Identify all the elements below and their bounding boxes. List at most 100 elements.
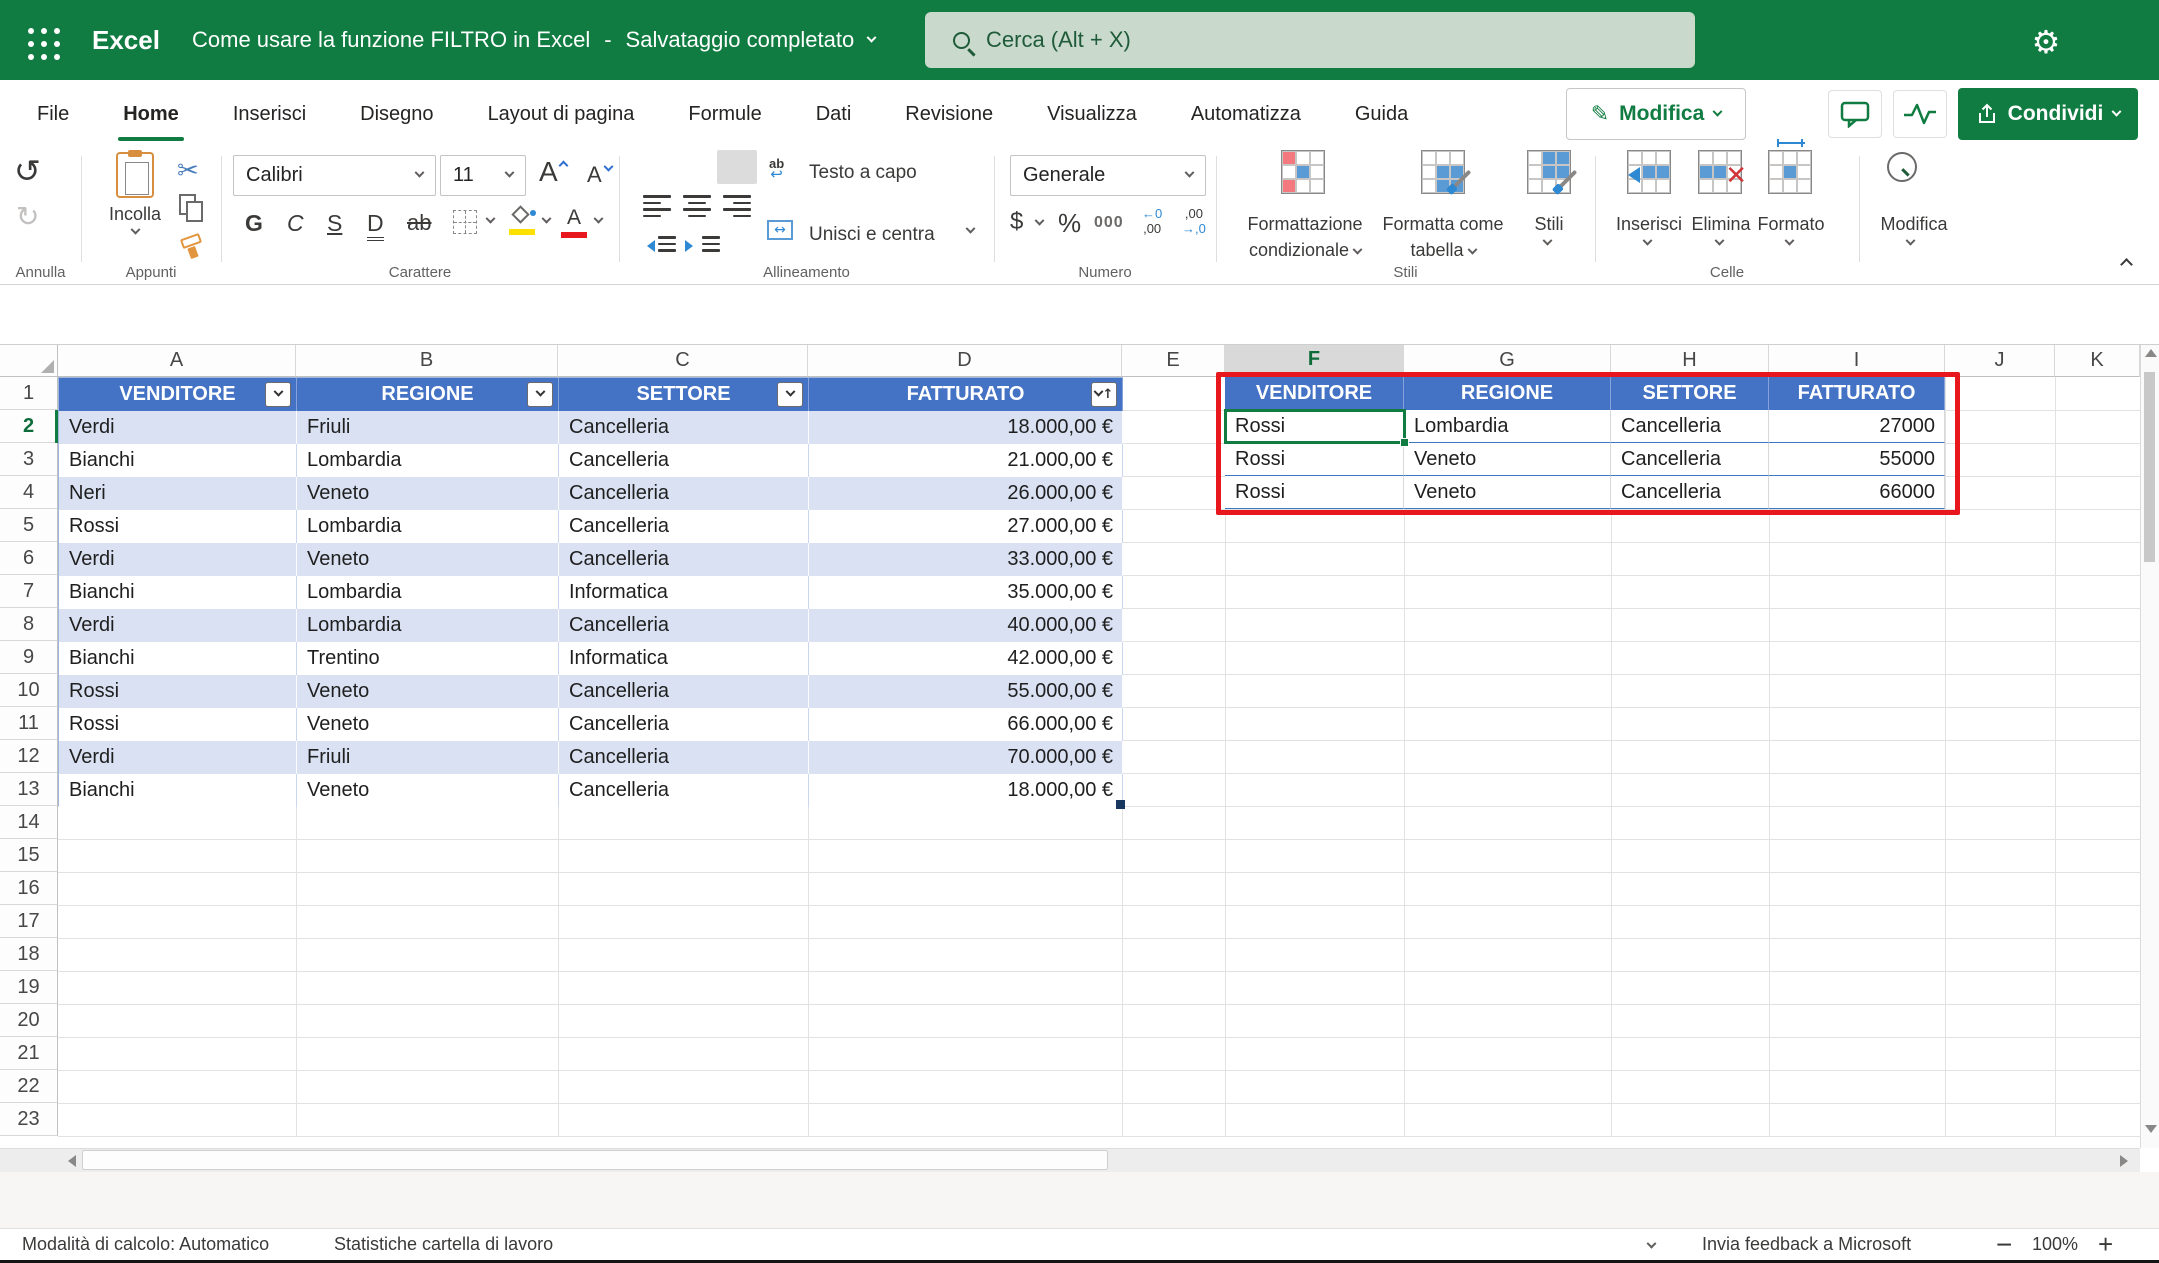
source-table-cell[interactable]: Trentino bbox=[297, 642, 559, 675]
activity-button[interactable] bbox=[1893, 90, 1947, 138]
row-header-2[interactable]: 2 bbox=[0, 410, 58, 443]
source-table-cell[interactable]: Rossi bbox=[59, 708, 297, 741]
source-table-cell[interactable]: 18.000,00 € bbox=[809, 774, 1123, 807]
insert-chevron-down-icon[interactable] bbox=[1644, 240, 1651, 247]
tab-disegno[interactable]: Disegno bbox=[333, 80, 460, 148]
zoom-out-button[interactable]: − bbox=[1996, 1229, 2012, 1261]
row-header-23[interactable]: 23 bbox=[0, 1103, 58, 1136]
format-cells-button[interactable] bbox=[1768, 150, 1812, 194]
align-right-icon[interactable] bbox=[723, 194, 751, 218]
row-header-3[interactable]: 3 bbox=[0, 443, 58, 476]
copy-icon[interactable] bbox=[179, 194, 205, 222]
insert-cells-button[interactable] bbox=[1627, 150, 1671, 194]
source-table-cell[interactable]: Verdi bbox=[59, 543, 297, 576]
source-table-cell[interactable]: 55.000,00 € bbox=[809, 675, 1123, 708]
row-header-8[interactable]: 8 bbox=[0, 608, 58, 641]
source-table-cell[interactable]: 42.000,00 € bbox=[809, 642, 1123, 675]
align-top-icon[interactable] bbox=[643, 154, 671, 178]
column-header-b[interactable]: B bbox=[296, 345, 558, 377]
cell-styles-button[interactable] bbox=[1527, 150, 1571, 194]
undo-icon[interactable]: ↺ bbox=[14, 152, 41, 190]
find-select-button[interactable] bbox=[1887, 152, 1917, 182]
source-table-cell[interactable]: Cancelleria bbox=[559, 741, 809, 774]
row-header-12[interactable]: 12 bbox=[0, 740, 58, 773]
filter-button-fatturato[interactable]: ↑ bbox=[1091, 382, 1117, 407]
horizontal-scroll-thumb[interactable] bbox=[82, 1150, 1108, 1170]
row-header-20[interactable]: 20 bbox=[0, 1004, 58, 1037]
scroll-right-icon[interactable] bbox=[2112, 1149, 2136, 1173]
align-middle-icon[interactable] bbox=[683, 154, 711, 178]
bold-button[interactable]: G bbox=[245, 210, 263, 237]
vertical-scroll-thumb[interactable] bbox=[2144, 372, 2155, 562]
font-color-button[interactable]: A bbox=[561, 206, 587, 238]
source-table-cell[interactable]: Rossi bbox=[59, 675, 297, 708]
underline-button[interactable]: S bbox=[327, 210, 342, 237]
paste-button[interactable]: Incolla bbox=[109, 152, 161, 236]
source-table-cell[interactable]: Cancelleria bbox=[559, 774, 809, 807]
scroll-down-icon[interactable] bbox=[2141, 1125, 2159, 1133]
tab-visualizza[interactable]: Visualizza bbox=[1020, 80, 1164, 148]
fill-color-chevron-down-icon[interactable] bbox=[543, 218, 550, 225]
source-table-cell[interactable]: 21.000,00 € bbox=[809, 444, 1123, 477]
comments-button[interactable] bbox=[1828, 90, 1882, 138]
currency-format-button[interactable]: $ bbox=[1010, 208, 1023, 236]
source-table-cell[interactable]: Bianchi bbox=[59, 444, 297, 477]
source-table-cell[interactable]: 40.000,00 € bbox=[809, 609, 1123, 642]
settings-gear-icon[interactable]: ⚙ bbox=[2026, 22, 2066, 62]
borders-button[interactable] bbox=[453, 210, 477, 234]
align-left-icon[interactable] bbox=[643, 194, 671, 218]
format-chevron-down-icon[interactable] bbox=[1786, 240, 1793, 247]
source-table-cell[interactable]: Veneto bbox=[297, 477, 559, 510]
source-table-cell[interactable]: Cancelleria bbox=[559, 609, 809, 642]
source-table-cell[interactable]: Cancelleria bbox=[559, 708, 809, 741]
row-header-22[interactable]: 22 bbox=[0, 1070, 58, 1103]
cell-styles-label[interactable]: Stili bbox=[1502, 214, 1596, 235]
source-table-cell[interactable]: 27.000,00 € bbox=[809, 510, 1123, 543]
source-table-cell[interactable]: Verdi bbox=[59, 741, 297, 774]
column-header-c[interactable]: C bbox=[558, 345, 808, 377]
column-header-k[interactable]: K bbox=[2055, 345, 2140, 377]
source-table-cell[interactable]: 33.000,00 € bbox=[809, 543, 1123, 576]
source-table-cell[interactable]: Rossi bbox=[59, 510, 297, 543]
font-size-select[interactable]: 11 bbox=[440, 155, 526, 196]
source-table-cell[interactable]: Informatica bbox=[559, 642, 809, 675]
double-underline-button[interactable]: D bbox=[367, 210, 384, 241]
source-table-cell[interactable]: Veneto bbox=[297, 708, 559, 741]
source-table-cell[interactable]: Bianchi bbox=[59, 576, 297, 609]
tab-formule[interactable]: Formule bbox=[661, 80, 788, 148]
align-center-icon[interactable] bbox=[683, 194, 711, 218]
source-table-cell[interactable]: 70.000,00 € bbox=[809, 741, 1123, 774]
table-resize-handle[interactable] bbox=[1116, 800, 1125, 809]
source-table-cell[interactable]: Lombardia bbox=[297, 609, 559, 642]
source-table-cell[interactable]: Lombardia bbox=[297, 576, 559, 609]
row-header-5[interactable]: 5 bbox=[0, 509, 58, 542]
row-header-1[interactable]: 1 bbox=[0, 377, 58, 410]
decrease-font-size-icon[interactable]: A bbox=[587, 162, 612, 188]
source-table-cell[interactable]: Bianchi bbox=[59, 642, 297, 675]
source-table-cell[interactable]: Neri bbox=[59, 477, 297, 510]
delete-cells-button[interactable]: ✕ bbox=[1698, 150, 1742, 194]
row-header-11[interactable]: 11 bbox=[0, 707, 58, 740]
redo-icon[interactable]: ↻ bbox=[16, 200, 39, 233]
percent-format-button[interactable]: % bbox=[1058, 208, 1081, 239]
font-color-chevron-down-icon[interactable] bbox=[595, 218, 602, 225]
merge-center-button[interactable]: Unisci e centra bbox=[809, 224, 935, 246]
source-table-cell[interactable]: Cancelleria bbox=[559, 510, 809, 543]
app-launcher-waffle-icon[interactable] bbox=[24, 24, 64, 64]
row-header-9[interactable]: 9 bbox=[0, 641, 58, 674]
zoom-in-button[interactable]: + bbox=[2098, 1229, 2113, 1260]
workbook-stats-button[interactable]: Statistiche cartella di lavoro bbox=[334, 1234, 553, 1255]
share-button[interactable]: Condividi bbox=[1958, 88, 2138, 140]
tab-guida[interactable]: Guida bbox=[1328, 80, 1435, 148]
row-header-16[interactable]: 16 bbox=[0, 872, 58, 905]
tab-dati[interactable]: Dati bbox=[789, 80, 879, 148]
source-table-cell[interactable]: Cancelleria bbox=[559, 444, 809, 477]
source-table-cell[interactable]: Friuli bbox=[297, 411, 559, 444]
decrease-indent-icon[interactable] bbox=[641, 236, 676, 256]
font-name-select[interactable]: Calibri bbox=[233, 155, 436, 196]
source-table-cell[interactable]: 26.000,00 € bbox=[809, 477, 1123, 510]
source-table-cell[interactable]: Cancelleria bbox=[559, 477, 809, 510]
find-select-chevron-down-icon[interactable] bbox=[1907, 240, 1914, 247]
scroll-up-icon[interactable] bbox=[2141, 349, 2159, 357]
document-title-bar[interactable]: Come usare la funzione FILTRO in Excel -… bbox=[192, 0, 875, 80]
